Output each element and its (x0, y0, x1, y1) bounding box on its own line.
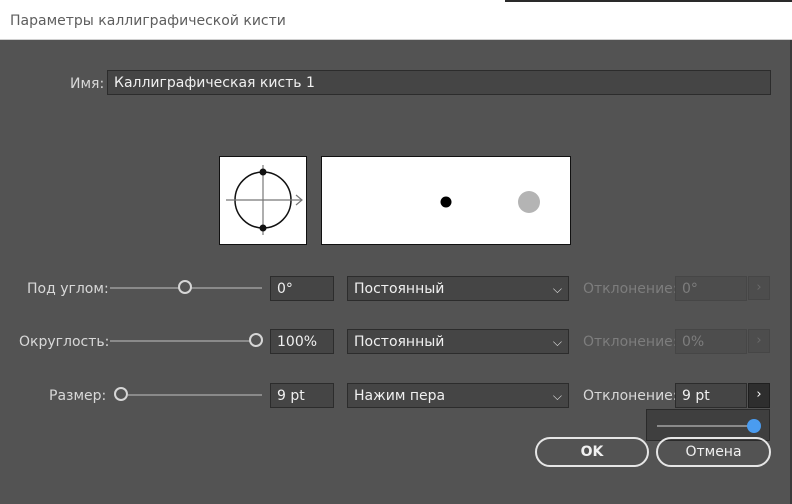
size-variation-input[interactable]: 9 pt (675, 383, 747, 408)
name-input[interactable]: Каллиграфическая кисть 1 (107, 70, 771, 95)
roundness-mode-value: Постоянный (354, 334, 445, 350)
title-bar[interactable]: Параметры каллиграфической кисти (0, 0, 792, 40)
roundness-variation-chevron-right-icon[interactable]: › (748, 329, 770, 353)
angle-variation-input[interactable]: 0° (675, 276, 747, 301)
angle-variation-chevron-right-icon[interactable]: › (748, 276, 770, 300)
angle-variation-label: Отклонение: (583, 281, 678, 297)
roundness-input[interactable]: 100% (270, 329, 334, 354)
variation-slider-knob[interactable] (747, 419, 761, 433)
chevron-down-icon: ⌵ (552, 335, 562, 349)
angle-mode-value: Постоянный (354, 281, 445, 297)
brush-shape-icon (226, 165, 303, 235)
angle-slider-knob[interactable] (178, 280, 192, 294)
size-variation-label: Отклонение: (583, 388, 678, 404)
angle-mode-select[interactable]: Постоянный ⌵ (347, 276, 569, 301)
title-bar-edge (505, 0, 792, 2)
size-slider-track[interactable] (128, 394, 262, 396)
angle-input[interactable]: 0° (270, 276, 334, 301)
name-label: Имя: (70, 76, 105, 92)
variation-slider-track[interactable] (657, 425, 753, 427)
roundness-label: Округлость: (19, 334, 110, 350)
roundness-slider-knob[interactable] (249, 333, 263, 347)
dialog-title: Параметры каллиграфической кисти (10, 13, 286, 29)
size-variation-chevron-right-icon[interactable]: › (748, 383, 770, 408)
angle-label: Под углом: (27, 281, 109, 297)
cancel-button[interactable]: Отмена (656, 437, 771, 467)
brush-preview (321, 156, 571, 245)
brush-preview-dots (440, 191, 540, 213)
roundness-variation-input[interactable]: 0% (675, 329, 747, 354)
size-slider-knob[interactable] (114, 387, 128, 401)
roundness-variation-label: Отклонение: (583, 334, 678, 350)
chevron-down-icon: ⌵ (552, 282, 562, 296)
chevron-down-icon: ⌵ (552, 389, 562, 403)
roundness-slider-track[interactable] (110, 340, 252, 342)
size-mode-value: Нажим пера (354, 388, 446, 404)
size-mode-select[interactable]: Нажим пера ⌵ (347, 383, 569, 408)
size-input[interactable]: 9 pt (270, 383, 334, 408)
ok-button[interactable]: OK (535, 437, 649, 467)
brush-angle-preview[interactable] (219, 156, 307, 245)
roundness-mode-select[interactable]: Постоянный ⌵ (347, 329, 569, 354)
size-label: Размер: (49, 388, 107, 404)
calligraphic-brush-options-dialog: Параметры каллиграфической кисти Имя: Ка… (0, 0, 792, 504)
